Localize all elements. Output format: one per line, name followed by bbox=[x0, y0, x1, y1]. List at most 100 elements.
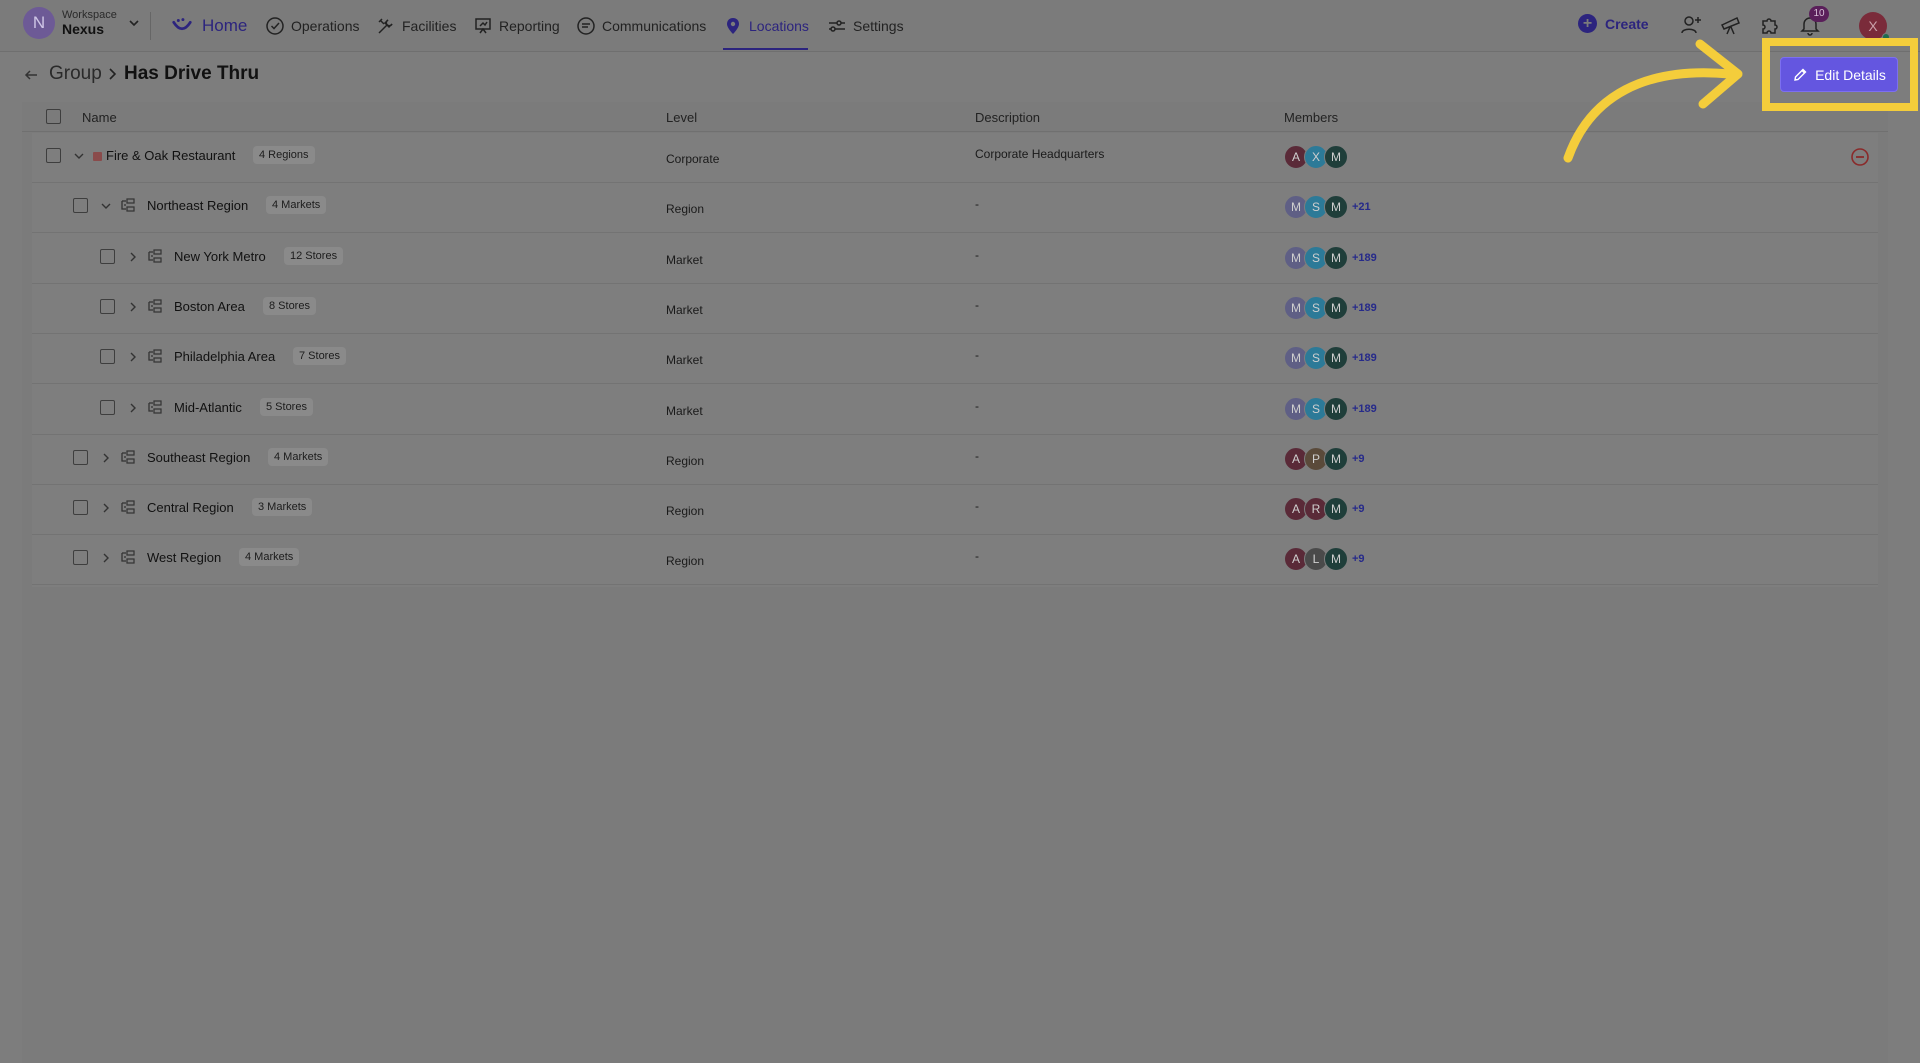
row-description: - bbox=[975, 499, 979, 514]
header-description[interactable]: Description bbox=[975, 110, 1040, 125]
row-level: Market bbox=[666, 353, 703, 368]
members-avatars: A P M +9 bbox=[1284, 446, 1365, 471]
chevron-right-icon[interactable] bbox=[127, 301, 139, 313]
member-avatar[interactable]: M bbox=[1324, 145, 1348, 169]
member-avatar[interactable]: M bbox=[1324, 245, 1348, 270]
more-members-count[interactable]: +189 bbox=[1352, 352, 1377, 364]
hierarchy-icon bbox=[121, 500, 135, 514]
nav-locations-label: Locations bbox=[749, 18, 809, 34]
row-name[interactable]: Northeast Region bbox=[147, 198, 248, 213]
row-name[interactable]: Southeast Region bbox=[147, 450, 250, 465]
nav-communications[interactable]: Communications bbox=[576, 0, 706, 52]
nav-facilities[interactable]: Facilities bbox=[376, 0, 456, 52]
workspace-switcher[interactable]: N Workspace Nexus bbox=[23, 7, 141, 39]
create-label: Create bbox=[1605, 15, 1649, 32]
more-members-count[interactable]: +9 bbox=[1352, 503, 1365, 515]
chevron-right-icon[interactable] bbox=[127, 402, 139, 414]
row-checkbox[interactable] bbox=[73, 500, 88, 516]
members-avatars: M S M +189 bbox=[1284, 245, 1377, 270]
row-checkbox[interactable] bbox=[100, 248, 115, 264]
more-members-count[interactable]: +189 bbox=[1352, 252, 1377, 264]
member-avatar[interactable]: M bbox=[1324, 346, 1348, 371]
table-row[interactable]: West Region 4 Markets Region - A L M +9 bbox=[32, 535, 1878, 586]
row-name[interactable]: Fire & Oak Restaurant bbox=[106, 148, 235, 163]
more-members-count[interactable]: +9 bbox=[1352, 453, 1365, 465]
chevron-right-icon[interactable] bbox=[100, 452, 112, 464]
row-level: Market bbox=[666, 302, 703, 317]
pencil-icon bbox=[1794, 68, 1807, 81]
nav-operations[interactable]: Operations bbox=[265, 0, 359, 52]
header-members[interactable]: Members bbox=[1284, 110, 1338, 125]
more-members-count[interactable]: +189 bbox=[1352, 403, 1377, 415]
more-members-count[interactable]: +189 bbox=[1352, 302, 1377, 314]
remove-circle-icon[interactable] bbox=[1850, 147, 1870, 167]
row-name[interactable]: Mid-Atlantic bbox=[174, 400, 242, 415]
table-row[interactable]: Central Region 3 Markets Region - A R M +9 bbox=[32, 485, 1878, 536]
row-checkbox[interactable] bbox=[100, 298, 115, 314]
chevron-down-icon[interactable] bbox=[73, 150, 85, 162]
row-description: - bbox=[975, 448, 979, 463]
table-row[interactable]: Southeast Region 4 Markets Region - A P M +9 bbox=[32, 435, 1878, 485]
member-avatar[interactable]: M bbox=[1324, 396, 1348, 421]
header-level[interactable]: Level bbox=[666, 110, 697, 125]
chevron-right-icon[interactable] bbox=[127, 351, 139, 363]
select-all-checkbox[interactable] bbox=[46, 109, 61, 124]
child-count-badge: 4 Markets bbox=[268, 447, 329, 466]
telescope-icon[interactable] bbox=[1719, 13, 1743, 37]
row-name[interactable]: Central Region bbox=[147, 500, 234, 515]
table-row[interactable]: Northeast Region 4 Markets Region - M S M +21 bbox=[32, 183, 1878, 234]
page-title: Has Drive Thru bbox=[124, 63, 260, 84]
chevron-right-icon[interactable] bbox=[100, 552, 112, 564]
chevron-right-icon bbox=[109, 68, 117, 80]
chevron-down-icon[interactable] bbox=[100, 200, 112, 212]
nav-settings[interactable]: Settings bbox=[827, 0, 904, 52]
puzzle-icon[interactable] bbox=[1758, 13, 1782, 37]
create-button[interactable]: + Create bbox=[1578, 14, 1649, 33]
back-arrow-icon[interactable] bbox=[23, 67, 39, 83]
row-name[interactable]: Boston Area bbox=[174, 299, 245, 314]
table-row[interactable]: Boston Area 8 Stores Market - M S M +189 bbox=[32, 284, 1878, 334]
row-name[interactable]: New York Metro bbox=[174, 249, 266, 264]
member-avatar[interactable]: M bbox=[1324, 195, 1348, 220]
chevron-right-icon[interactable] bbox=[100, 502, 112, 514]
nav-locations[interactable]: Locations bbox=[723, 0, 809, 52]
row-checkbox[interactable] bbox=[100, 349, 115, 365]
member-avatar[interactable]: M bbox=[1324, 497, 1348, 522]
breadcrumb-parent[interactable]: Group bbox=[49, 63, 102, 85]
members-avatars: AXM bbox=[1284, 145, 1348, 169]
row-checkbox[interactable] bbox=[100, 399, 115, 415]
table-row[interactable]: New York Metro 12 Stores Market - M S M +189 bbox=[32, 234, 1878, 284]
header-name[interactable]: Name bbox=[82, 110, 117, 125]
row-name[interactable]: West Region bbox=[147, 550, 221, 565]
more-members-count[interactable]: +21 bbox=[1352, 201, 1371, 213]
hierarchy-icon bbox=[148, 299, 162, 313]
row-checkbox[interactable] bbox=[73, 449, 88, 465]
table-row[interactable]: Mid-Atlantic 5 Stores Market - M S M +189 bbox=[32, 385, 1878, 435]
hierarchy-icon bbox=[121, 550, 135, 564]
row-level: Region bbox=[666, 202, 705, 217]
hierarchy-icon bbox=[148, 248, 162, 263]
child-count-badge: 7 Stores bbox=[293, 347, 346, 366]
row-level: Market bbox=[666, 403, 703, 418]
member-avatar[interactable]: M bbox=[1324, 547, 1348, 572]
row-checkbox[interactable] bbox=[73, 550, 88, 566]
members-avatars: M S M +21 bbox=[1284, 195, 1371, 220]
table-row[interactable]: Philadelphia Area 7 Stores Market - M S M +189 bbox=[32, 334, 1878, 385]
add-user-icon[interactable] bbox=[1679, 13, 1703, 37]
nav-reporting[interactable]: Reporting bbox=[473, 0, 560, 52]
chevron-right-icon[interactable] bbox=[127, 251, 139, 263]
row-level: Region bbox=[666, 453, 705, 468]
child-count-badge: 12 Stores bbox=[284, 246, 344, 265]
member-avatar[interactable]: M bbox=[1324, 446, 1348, 471]
map-pin-icon bbox=[727, 18, 739, 34]
more-members-count[interactable]: +9 bbox=[1352, 553, 1365, 565]
row-name[interactable]: Philadelphia Area bbox=[174, 349, 275, 364]
edit-details-button[interactable]: Edit Details bbox=[1780, 57, 1898, 92]
row-checkbox[interactable] bbox=[46, 148, 61, 163]
nav-home[interactable]: Home bbox=[168, 0, 247, 52]
row-checkbox[interactable] bbox=[73, 198, 88, 214]
row-description: - bbox=[975, 197, 979, 212]
chevron-down-icon bbox=[129, 20, 139, 27]
check-circle-icon bbox=[266, 17, 284, 35]
member-avatar[interactable]: M bbox=[1324, 295, 1348, 320]
